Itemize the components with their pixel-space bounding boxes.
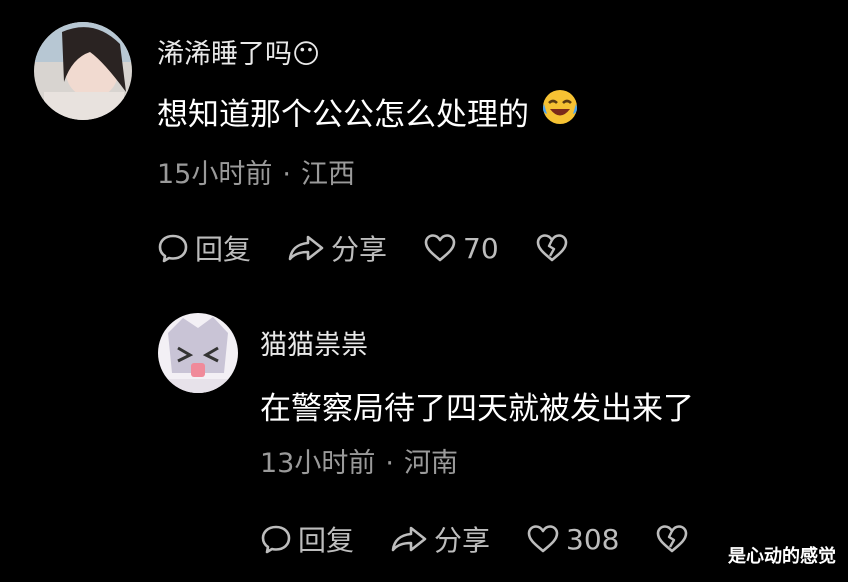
location: 河南 — [403, 448, 458, 479]
dislike-button[interactable] — [655, 523, 695, 555]
like-button[interactable]: 70 — [423, 232, 499, 265]
speech-bubble-icon — [261, 525, 291, 554]
broken-heart-icon — [657, 525, 688, 553]
reply-label: 回复 — [195, 233, 252, 266]
timestamp: 15小时前 — [157, 159, 273, 190]
like-count: 308 — [566, 522, 620, 556]
location: 江西 — [300, 159, 355, 190]
dislike-button[interactable] — [535, 232, 575, 264]
share-button[interactable]: 分享 — [287, 228, 387, 268]
like-button[interactable]: 308 — [526, 523, 619, 556]
avatar[interactable] — [158, 313, 238, 393]
broken-heart-icon — [536, 234, 567, 262]
laughing-crying-emoji-icon — [541, 88, 579, 134]
avatar[interactable] — [34, 22, 132, 120]
comment-text-body: 在警察局待了四天就被发出来了 — [260, 391, 694, 427]
share-arrow-icon — [288, 235, 324, 261]
share-arrow-icon — [391, 526, 427, 552]
share-button[interactable]: 分享 — [390, 519, 490, 559]
watermark: 是心动的感觉 — [728, 546, 836, 567]
comment-meta: 13小时前 · 河南 — [260, 441, 458, 480]
comment-meta: 15小时前 · 江西 — [157, 152, 355, 191]
separator-dot: · — [282, 159, 291, 190]
separator-dot: · — [385, 448, 394, 479]
comment-text: 在警察局待了四天就被发出来了 — [260, 383, 694, 428]
timestamp: 13小时前 — [260, 448, 376, 479]
share-label: 分享 — [331, 233, 388, 266]
heart-icon — [527, 525, 559, 553]
reply-button[interactable]: 回复 — [260, 519, 354, 559]
reply-button[interactable]: 回复 — [157, 228, 251, 268]
share-label: 分享 — [434, 524, 491, 557]
like-count: 70 — [463, 231, 499, 265]
comment-text-body: 想知道那个公公怎么处理的 — [157, 96, 529, 133]
username[interactable]: 猫猫祟祟 — [260, 323, 368, 362]
comment-text: 想知道那个公公怎么处理的 — [157, 88, 579, 134]
speech-bubble-icon — [158, 234, 188, 263]
reply-label: 回复 — [298, 524, 355, 557]
heart-icon — [424, 234, 456, 262]
username[interactable]: 浠浠睡了吗😶 — [157, 32, 320, 71]
comment-actions: 回复 分享 308 — [260, 519, 731, 559]
comment-actions: 回复 分享 70 — [157, 228, 611, 268]
